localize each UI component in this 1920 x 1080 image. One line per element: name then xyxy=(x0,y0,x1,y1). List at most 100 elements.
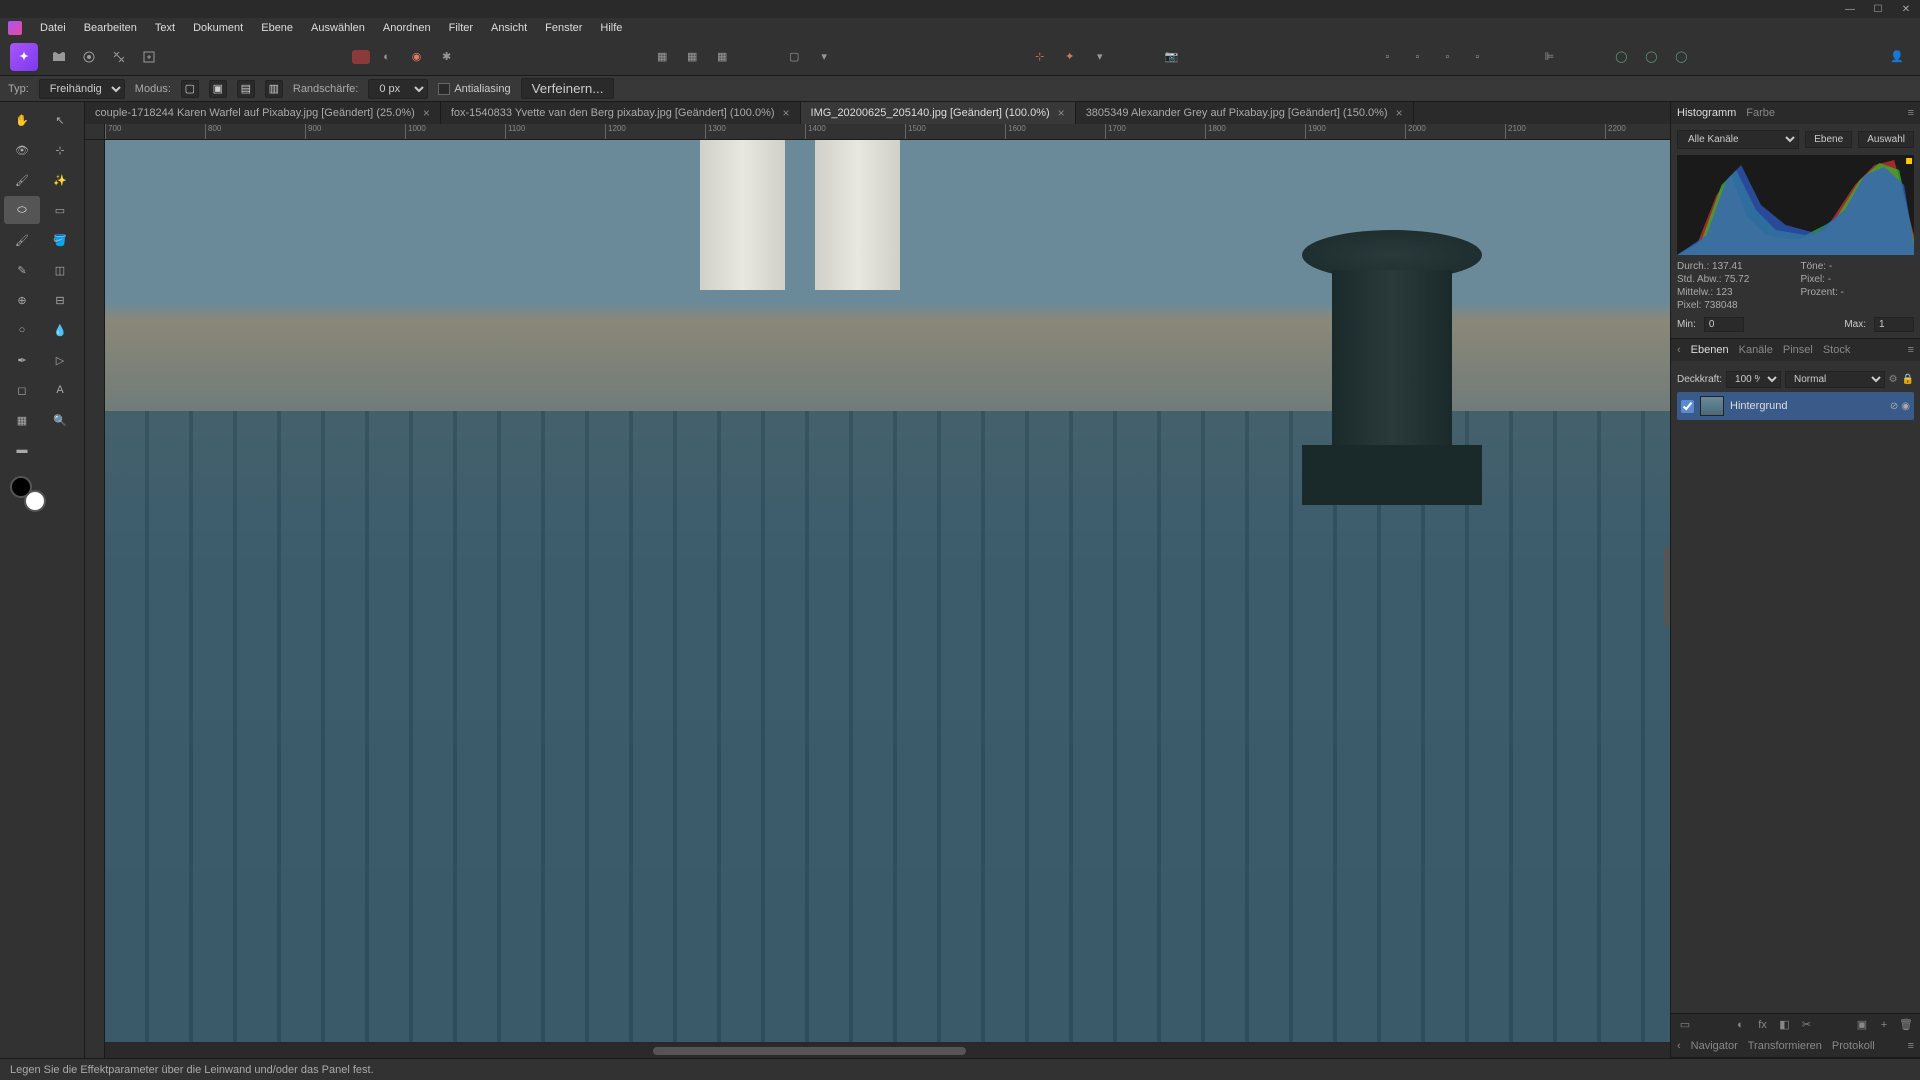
max-input[interactable] xyxy=(1874,317,1914,332)
canvas[interactable] xyxy=(105,140,1670,1042)
tab-ebenen[interactable]: Ebenen xyxy=(1691,344,1729,356)
layer-adjust-icon[interactable]: ◐ xyxy=(1733,1017,1749,1033)
opacity-select[interactable]: 100 % xyxy=(1726,371,1781,388)
menu-filter[interactable]: Filter xyxy=(441,20,481,36)
align-icon[interactable]: ⊫ xyxy=(1536,44,1562,70)
menu-auswaehlen[interactable]: Auswählen xyxy=(303,20,373,36)
ruler-horizontal[interactable]: 7008009001000110012001300140015001600170… xyxy=(105,124,1670,140)
randschaerfe-input[interactable]: 0 px xyxy=(368,79,428,99)
document-tab[interactable]: 3805349 Alexander Grey auf Pixabay.jpg [… xyxy=(1076,102,1414,124)
dropdown-icon[interactable]: ▾ xyxy=(811,44,837,70)
selection-sub-icon[interactable]: ▦ xyxy=(709,44,735,70)
vertical-scrollbar[interactable] xyxy=(1664,546,1670,626)
tab-histogramm[interactable]: Histogramm xyxy=(1677,107,1736,119)
tab-kanaele[interactable]: Kanäle xyxy=(1739,344,1773,356)
arrange-1-icon[interactable]: ▫ xyxy=(1374,44,1400,70)
blendmode-select[interactable]: Normal xyxy=(1785,371,1885,388)
zoom-tool[interactable]: 🔍 xyxy=(42,406,78,434)
min-input[interactable] xyxy=(1704,317,1744,332)
close-icon[interactable]: × xyxy=(423,106,430,120)
modus-sub-icon[interactable]: ▤ xyxy=(237,80,255,98)
menu-ebene[interactable]: Ebene xyxy=(253,20,301,36)
swatch-red-icon[interactable] xyxy=(352,50,370,64)
menu-datei[interactable]: Datei xyxy=(32,20,74,36)
menu-dokument[interactable]: Dokument xyxy=(185,20,251,36)
persona-export-button[interactable] xyxy=(136,44,162,70)
modus-add-icon[interactable]: ▣ xyxy=(209,80,227,98)
hand-tool[interactable]: ✋ xyxy=(4,106,40,134)
view-tool[interactable]: 👁 xyxy=(4,136,40,164)
typ-select[interactable]: Freihändig xyxy=(39,79,125,99)
tab-transformieren[interactable]: Transformieren xyxy=(1748,1040,1822,1052)
layer-mask-icon[interactable]: ▭ xyxy=(1677,1017,1693,1033)
arrange-3-icon[interactable]: ▫ xyxy=(1434,44,1460,70)
close-window-button[interactable]: ✕ xyxy=(1900,3,1912,15)
sync-2-icon[interactable]: ◯ xyxy=(1638,44,1664,70)
color-wheel-icon[interactable]: ◉ xyxy=(404,44,430,70)
auswahl-button[interactable]: Auswahl xyxy=(1858,131,1914,148)
layer-link-icon[interactable]: ⊘ xyxy=(1890,401,1898,412)
foreground-color-swatch[interactable] xyxy=(10,476,32,498)
crop-tool[interactable]: ⊹ xyxy=(42,136,78,164)
minimize-button[interactable]: — xyxy=(1844,3,1856,15)
pen-tool[interactable]: ✒ xyxy=(4,346,40,374)
verfeinern-button[interactable]: Verfeinern... xyxy=(521,78,615,99)
pencil-tool[interactable]: ✎ xyxy=(4,256,40,284)
menu-fenster[interactable]: Fenster xyxy=(537,20,590,36)
crop-icon[interactable]: ⊹ xyxy=(1027,44,1053,70)
blur-tool[interactable]: 💧 xyxy=(42,316,78,344)
flood-select-tool[interactable]: ✨ xyxy=(42,166,78,194)
picker-icon[interactable]: ✱ xyxy=(434,44,460,70)
tab-farbe[interactable]: Farbe xyxy=(1746,107,1775,119)
freehand-select-tool[interactable]: ⬭ xyxy=(4,196,40,224)
modus-int-icon[interactable]: ▥ xyxy=(265,80,283,98)
persona-liquify-button[interactable] xyxy=(76,44,102,70)
tab-protokoll[interactable]: Protokoll xyxy=(1832,1040,1875,1052)
account-icon[interactable]: 👤 xyxy=(1884,44,1910,70)
menu-bearbeiten[interactable]: Bearbeiten xyxy=(76,20,145,36)
gear-icon[interactable]: ⚙ xyxy=(1889,374,1898,385)
document-tab[interactable]: fox-1540833 Yvette van den Berg pixabay.… xyxy=(441,102,801,124)
layer-fx-icon[interactable]: ◉ xyxy=(1901,401,1910,412)
panel-collapse-icon[interactable]: ‹ xyxy=(1677,344,1681,356)
quickmask-icon[interactable]: ▢ xyxy=(781,44,807,70)
layer-item[interactable]: Hintergrund ⊘◉ xyxy=(1677,392,1914,420)
persona-photo-button[interactable] xyxy=(46,44,72,70)
selection-add-icon[interactable]: ▦ xyxy=(679,44,705,70)
shape-tool[interactable]: ◻ xyxy=(4,376,40,404)
menu-hilfe[interactable]: Hilfe xyxy=(592,20,630,36)
panel-menu-icon[interactable]: ≡ xyxy=(1908,1040,1914,1052)
selection-brush-tool[interactable]: 🖌 xyxy=(4,166,40,194)
dropdown2-icon[interactable]: ▾ xyxy=(1087,44,1113,70)
close-icon[interactable]: × xyxy=(783,106,790,120)
fill-tool[interactable]: 🪣 xyxy=(42,226,78,254)
eraser-tool[interactable]: ◫ xyxy=(42,256,78,284)
horizontal-scrollbar[interactable] xyxy=(105,1044,1670,1058)
camera-icon[interactable]: 📷 xyxy=(1159,44,1185,70)
layer-delete-icon[interactable]: 🗑 xyxy=(1898,1017,1914,1033)
autocontrast-icon[interactable]: ◐ xyxy=(374,44,400,70)
layer-blend-icon[interactable]: ◧ xyxy=(1777,1017,1793,1033)
panel-collapse-icon[interactable]: ‹ xyxy=(1677,1040,1681,1052)
sync-3-icon[interactable]: ◯ xyxy=(1668,44,1694,70)
tab-pinsel[interactable]: Pinsel xyxy=(1783,344,1813,356)
clone-tool[interactable]: ⊕ xyxy=(4,286,40,314)
maximize-button[interactable]: ☐ xyxy=(1872,3,1884,15)
arrange-2-icon[interactable]: ▫ xyxy=(1404,44,1430,70)
layer-fx-icon[interactable]: fx xyxy=(1755,1017,1771,1033)
ruler-vertical[interactable] xyxy=(85,140,105,1058)
tab-stock[interactable]: Stock xyxy=(1823,344,1851,356)
tab-navigator[interactable]: Navigator xyxy=(1691,1040,1738,1052)
move-tool[interactable]: ↖ xyxy=(42,106,78,134)
menu-ansicht[interactable]: Ansicht xyxy=(483,20,535,36)
ebene-button[interactable]: Ebene xyxy=(1805,131,1852,148)
dodge-tool[interactable]: ○ xyxy=(4,316,40,344)
modus-new-icon[interactable]: ▢ xyxy=(181,80,199,98)
close-icon[interactable]: × xyxy=(1396,106,1403,120)
selection-new-icon[interactable]: ▦ xyxy=(649,44,675,70)
channel-select[interactable]: Alle Kanäle xyxy=(1677,130,1799,149)
brush-tool[interactable]: 🖌 xyxy=(4,226,40,254)
stamp-tool[interactable]: ⊟ xyxy=(42,286,78,314)
layer-add-icon[interactable]: + xyxy=(1876,1017,1892,1033)
color-swatch[interactable] xyxy=(10,476,46,512)
